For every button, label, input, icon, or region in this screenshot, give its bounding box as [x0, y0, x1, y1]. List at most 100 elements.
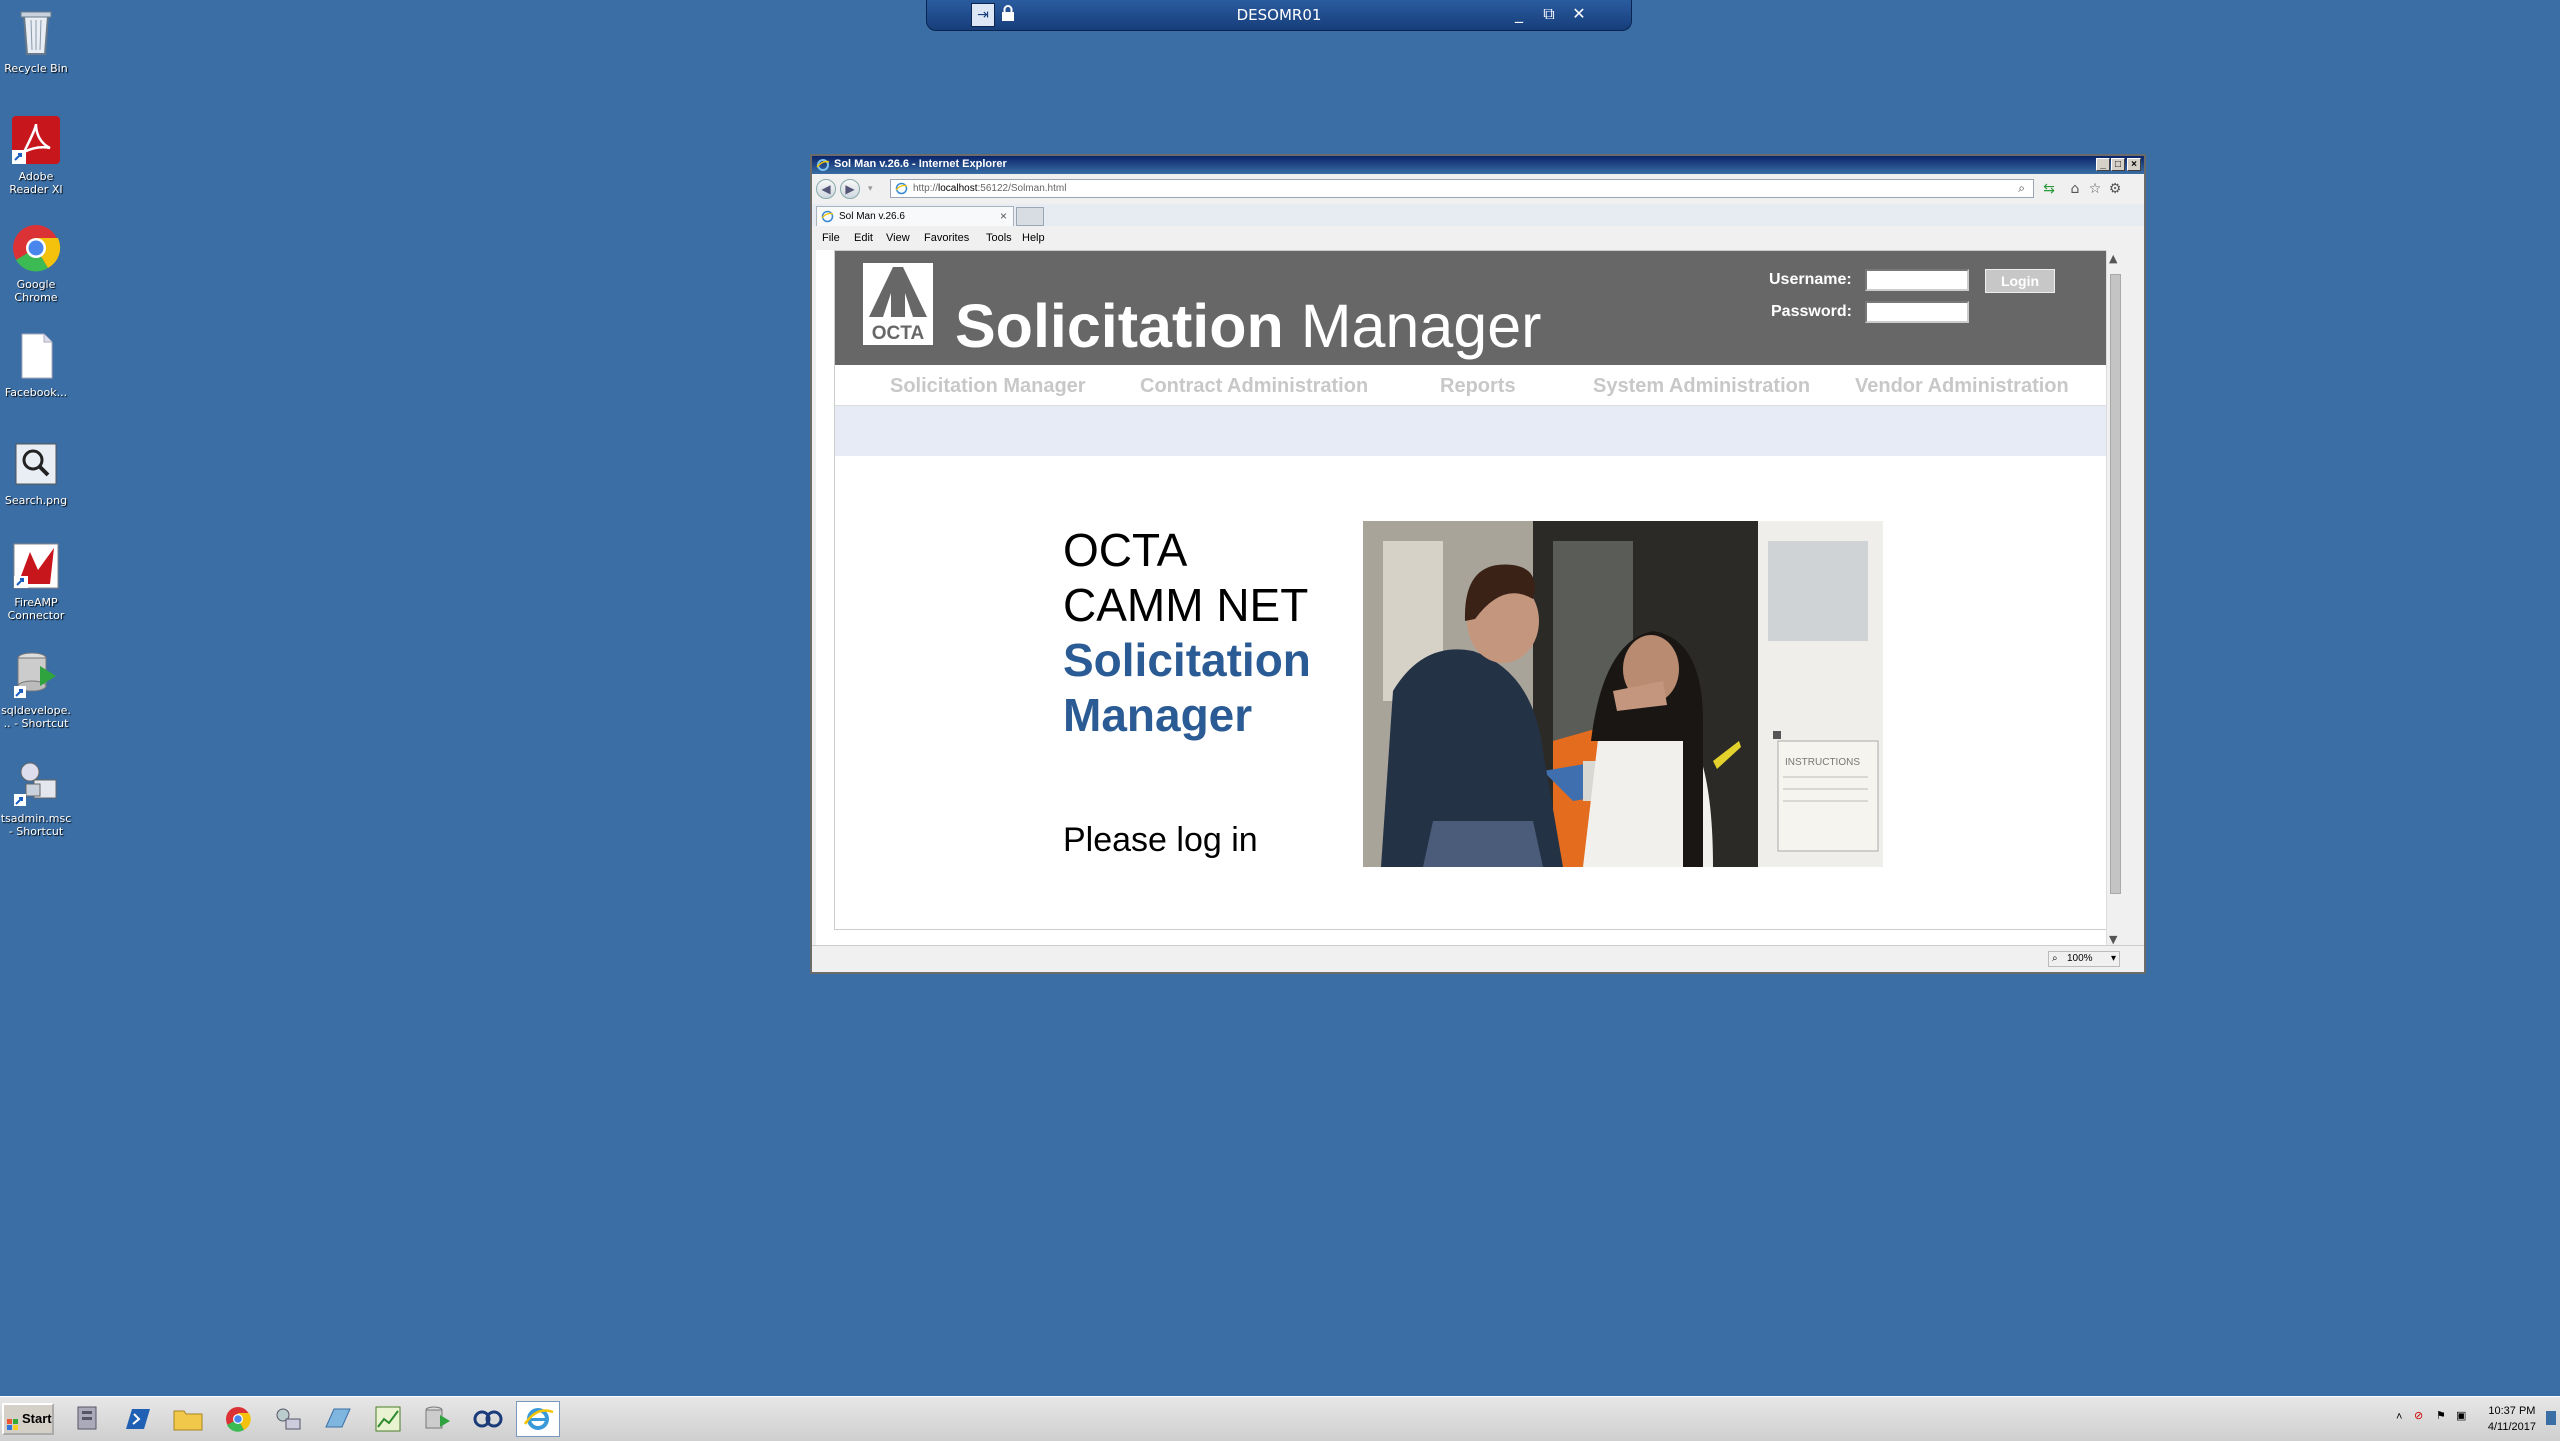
sql-manager-icon: [473, 1410, 503, 1428]
fireamp-icon: [10, 540, 62, 592]
tab-page-icon: [821, 210, 834, 223]
menu-file[interactable]: File: [822, 232, 840, 244]
zoom-control[interactable]: ⌕ 100% ▾: [2048, 951, 2120, 967]
tray-network-icon[interactable]: ▣: [2456, 1409, 2466, 1422]
main-nav: Solicitation Manager Contract Administra…: [835, 365, 2111, 406]
taskbar-powershell[interactable]: [116, 1401, 160, 1437]
welcome-line-manager: Manager: [1063, 689, 1253, 741]
desktop-icon-recycle-bin[interactable]: Recycle Bin: [0, 6, 72, 75]
tab-title: Sol Man v.26.6: [839, 211, 905, 222]
server-manager-icon: [77, 1406, 97, 1430]
sub-nav-band: [835, 406, 2111, 456]
taskbar-network-tool[interactable]: [266, 1401, 310, 1437]
rdp-restore-button[interactable]: ⧉: [1537, 4, 1561, 24]
home-icon[interactable]: ⌂: [2066, 180, 2084, 198]
password-label: Password:: [1771, 303, 1852, 320]
compatibility-icon[interactable]: ⇆: [2040, 180, 2058, 198]
solicitation-manager-page: OCTA Solicitation Manager Username: Pass…: [834, 250, 2112, 930]
taskbar-performance-monitor[interactable]: [366, 1401, 410, 1437]
nav-solicitation-manager[interactable]: Solicitation Manager: [890, 375, 1086, 398]
password-input[interactable]: [1865, 301, 1969, 323]
remote-desktop-connection-bar: ⇥ DESOMR01 _ ⧉ ✕: [926, 0, 1632, 31]
system-tray: ˄ ⊘ ⚑ ▣ 10:37 PM 4/11/2017: [2390, 1397, 2560, 1441]
status-bar: ⌕ 100% ▾: [812, 945, 2144, 972]
scroll-up-icon[interactable]: ▲: [2109, 252, 2117, 265]
browser-content-area: OCTA Solicitation Manager Username: Pass…: [816, 250, 2124, 948]
taskbar-chrome[interactable]: [216, 1401, 260, 1437]
please-login-text: Please log in: [1063, 821, 1258, 859]
icon-label: Recycle Bin: [4, 62, 68, 75]
gear-icon[interactable]: ⚙: [2106, 180, 2124, 198]
tray-flag-icon[interactable]: ⚑: [2436, 1409, 2446, 1422]
username-input[interactable]: [1865, 269, 1969, 291]
taskbar-server-manager[interactable]: [66, 1401, 110, 1437]
taskbar-file-explorer[interactable]: [166, 1401, 210, 1437]
tab-sol-man[interactable]: Sol Man v.26.6 ×: [816, 206, 1014, 226]
desktop-icon-google-chrome[interactable]: Google Chrome: [0, 222, 72, 304]
history-dropdown-icon[interactable]: ▾: [868, 184, 873, 194]
tab-close-icon[interactable]: ×: [1000, 209, 1007, 223]
tray-clock[interactable]: 10:37 PM 4/11/2017: [2488, 1403, 2536, 1435]
minimize-button[interactable]: _: [2096, 158, 2110, 171]
desktop-icon-adobe-reader[interactable]: Adobe Reader XI: [0, 114, 72, 196]
icon-label: sqldevelope... - Shortcut: [1, 704, 71, 730]
close-button[interactable]: ×: [2127, 158, 2141, 171]
vertical-scrollbar[interactable]: ▲ ▼: [2106, 250, 2124, 948]
rdp-close-button[interactable]: ✕: [1567, 4, 1591, 23]
favorites-star-icon[interactable]: ☆: [2086, 180, 2104, 198]
icon-label: Google Chrome: [14, 278, 58, 304]
octa-logo: OCTA: [863, 263, 933, 345]
tray-expand-icon[interactable]: ˄: [2396, 1411, 2402, 1423]
bus-boarding-photo: INSTRUCTIONS: [1363, 521, 1883, 867]
internet-explorer-window: Sol Man v.26.6 - Internet Explorer _ □ ×…: [810, 154, 2146, 974]
menu-bar: File Edit View Favorites Tools Help: [812, 228, 2144, 248]
welcome-heading: OCTA CAMM NET Solicitation Manager: [1063, 523, 1311, 743]
chrome-icon: [226, 1407, 251, 1432]
icon-label: Adobe Reader XI: [9, 170, 63, 196]
icon-label: Facebook...: [4, 386, 68, 399]
search-icon[interactable]: ⌕: [2018, 181, 2025, 196]
folder-icon: [173, 1410, 203, 1431]
menu-tools[interactable]: Tools: [986, 232, 1012, 244]
back-button[interactable]: ◀: [816, 179, 836, 199]
ie-icon: [816, 158, 830, 172]
taskbar: Start ˄ ⊘ ⚑ ▣ 10:37 PM 4/11/2017: [0, 1396, 2560, 1441]
performance-monitor-icon: [375, 1406, 401, 1432]
nav-system-administration[interactable]: System Administration: [1593, 375, 1810, 398]
menu-view[interactable]: View: [886, 232, 910, 244]
forward-button[interactable]: ▶: [840, 179, 860, 199]
nav-vendor-administration[interactable]: Vendor Administration: [1855, 375, 2069, 398]
show-desktop-button[interactable]: [2546, 1411, 2556, 1425]
welcome-line-camm: CAMM NET: [1063, 579, 1309, 631]
login-button[interactable]: Login: [1985, 269, 2055, 293]
new-tab-button[interactable]: [1016, 207, 1044, 226]
window-titlebar[interactable]: Sol Man v.26.6 - Internet Explorer _ □ ×: [812, 156, 2144, 174]
menu-help[interactable]: Help: [1022, 232, 1045, 244]
taskbar-sql-manager[interactable]: [466, 1401, 510, 1437]
desktop-icon-sqldeveloper[interactable]: sqldevelope... - Shortcut: [0, 648, 72, 730]
menu-favorites[interactable]: Favorites: [924, 232, 969, 244]
start-label: Start: [22, 1411, 52, 1426]
remote-app-icon: [325, 1408, 351, 1428]
taskbar-internet-explorer[interactable]: [516, 1401, 560, 1437]
taskbar-sqldeveloper[interactable]: [416, 1401, 460, 1437]
taskbar-remote-app[interactable]: [316, 1401, 360, 1437]
tab-row: Sol Man v.26.6 ×: [812, 204, 2144, 226]
address-field[interactable]: http://localhost:56122/Solman.html ⌕: [890, 179, 2034, 198]
zoom-level: 100%: [2067, 953, 2093, 964]
desktop-icon-fireamp[interactable]: FireAMP Connector: [0, 540, 72, 622]
desktop-icon-tsadmin[interactable]: tsadmin.msc - Shortcut: [0, 756, 72, 838]
username-label: Username:: [1769, 271, 1852, 288]
nav-contract-administration[interactable]: Contract Administration: [1140, 375, 1368, 398]
nav-reports[interactable]: Reports: [1440, 375, 1516, 398]
adobe-reader-icon: [10, 114, 62, 166]
maximize-button[interactable]: □: [2111, 158, 2125, 171]
rdp-minimize-button[interactable]: _: [1507, 4, 1531, 23]
desktop-icon-search-png[interactable]: Search.png: [0, 438, 72, 507]
scroll-thumb[interactable]: [2110, 274, 2121, 894]
tray-security-icon[interactable]: ⊘: [2414, 1409, 2423, 1422]
start-button[interactable]: Start: [2, 1403, 54, 1435]
menu-edit[interactable]: Edit: [854, 232, 873, 244]
desktop-icon-facebook-file[interactable]: Facebook...: [0, 330, 72, 399]
clock-time: 10:37 PM: [2488, 1405, 2536, 1417]
